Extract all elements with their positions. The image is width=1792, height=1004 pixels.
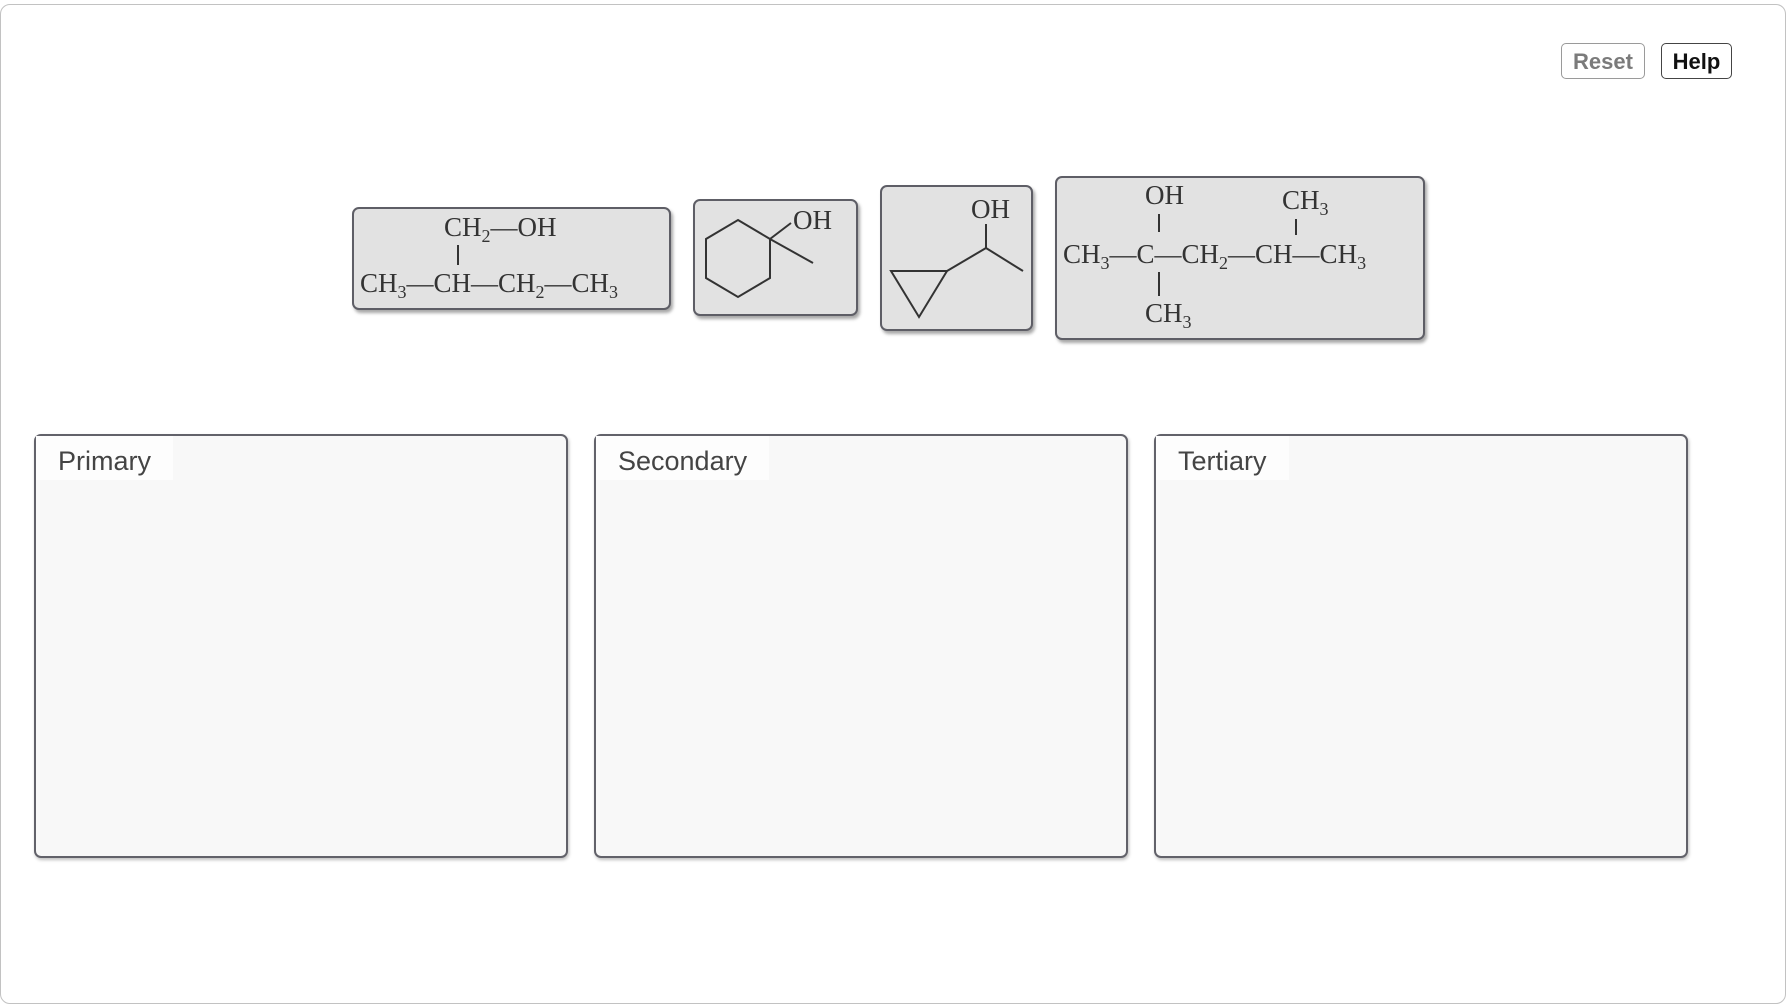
- molecule-tile-dimethylpentanol[interactable]: OH CH3 CH3—C—CH2—CH—CH3 CH3: [1055, 176, 1425, 340]
- hydroxyl-label: OH: [971, 194, 1010, 224]
- reset-button[interactable]: Reset: [1561, 43, 1645, 79]
- skeletal-structure-cyclopropylethanol: OH: [889, 194, 1024, 319]
- molecule-tile-methylcyclohexanol[interactable]: OH: [693, 199, 858, 316]
- svg-text:CH3—C—CH2—CH—CH3: CH3—C—CH2—CH—CH3: [1063, 239, 1366, 273]
- molecule-tile-cyclopropylethanol[interactable]: OH: [880, 185, 1033, 331]
- svg-text:OH: OH: [1145, 180, 1184, 210]
- svg-text:CH3—CH—CH2—CH3: CH3—CH—CH2—CH3: [360, 268, 618, 302]
- condensed-structure-2-methylbutanol: CH2—OH CH3—CH—CH2—CH3: [360, 212, 618, 302]
- skeletal-structure-methylcyclohexanol: OH: [705, 205, 832, 299]
- secondary-drop-zone[interactable]: Secondary: [594, 434, 1128, 858]
- svg-text:CH2—OH: CH2—OH: [444, 212, 557, 246]
- primary-drop-zone[interactable]: Primary: [34, 434, 568, 858]
- hydroxyl-label: OH: [793, 205, 832, 235]
- condensed-structure-dimethylpentanol: OH CH3 CH3—C—CH2—CH—CH3 CH3: [1063, 180, 1366, 332]
- svg-text:CH3: CH3: [1145, 298, 1192, 332]
- molecule-tile-2-methylbutanol[interactable]: CH2—OH CH3—CH—CH2—CH3: [352, 207, 671, 310]
- svg-text:CH3: CH3: [1282, 185, 1329, 219]
- tertiary-zone-label: Tertiary: [1156, 436, 1289, 480]
- primary-zone-label: Primary: [36, 436, 173, 480]
- help-button[interactable]: Help: [1661, 43, 1732, 79]
- secondary-zone-label: Secondary: [596, 436, 770, 480]
- tertiary-drop-zone[interactable]: Tertiary: [1154, 434, 1688, 858]
